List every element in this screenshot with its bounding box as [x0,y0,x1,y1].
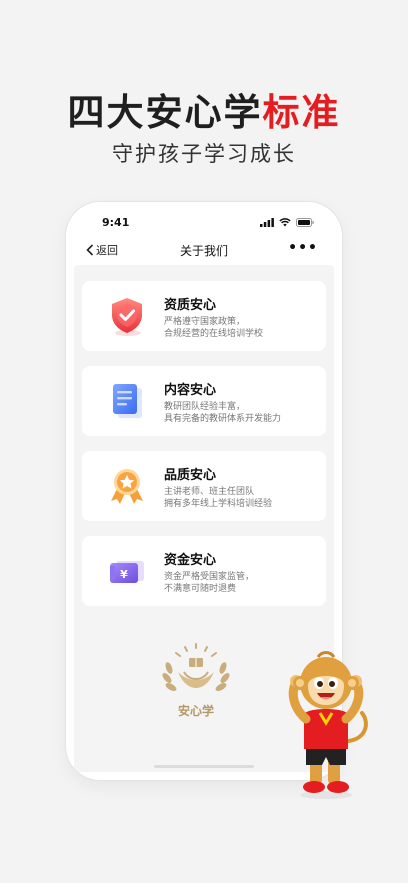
status-icons [260,218,314,227]
hero-subtitle: 守护孩子学习成长 [112,142,296,166]
card-desc-line: 合规经营的在线培训学校 [164,329,264,339]
card-content: 内容安心 教研团队经验丰富， 具有完备的教研体系开发能力 [82,366,326,436]
battery-icon [296,218,314,227]
shield-check-icon [112,298,142,336]
card-description: 主讲老师、班主任团队 拥有多年线上学科培训经验 [164,486,272,510]
card-desc-line: 主讲老师、班主任团队 [164,487,255,497]
card-qualification: 资质安心 严格遵守国家政策， 合规经营的在线培训学校 [82,281,326,351]
nav-bar: 返回 关于我们 ••• [66,240,342,264]
money-card-icon: ¥ [110,561,144,583]
brand-logo: 安心学 [156,642,236,722]
card-title: 品质安心 [164,468,217,483]
card-description: 资金严格受国家监管， 不满意可随时退费 [164,571,254,595]
card-description: 严格遵守国家政策， 合规经营的在线培训学校 [164,316,263,340]
signal-icon [260,218,274,227]
card-desc-line: 严格遵守国家政策， [164,317,246,327]
hero-title-main: 四大安心学 [67,91,263,134]
status-time: 9:41 [102,216,130,229]
home-indicator [154,765,254,768]
hero-title: 四大安心学标准 [0,82,408,136]
hero-title-accent: 标准 [262,91,341,134]
card-desc-line: 教研团队经验丰富， [164,402,246,412]
monkey-mascot-icon [288,651,368,799]
card-funds: ¥ 资金安心 资金严格受国家监管， 不满意可随时退费 [82,536,326,606]
wifi-icon [279,218,291,227]
card-desc-line: 不满意可随时退费 [164,584,237,594]
card-desc-line: 资金严格受国家监管， [164,572,255,582]
card-desc-line: 具有完备的教研体系开发能力 [164,414,282,424]
card-title: 资金安心 [164,553,217,568]
logo-text: 安心学 [177,704,214,718]
book-icon [113,384,142,418]
card-title: 内容安心 [164,383,217,398]
laurel-hands-icon [162,643,230,691]
svg-text:¥: ¥ [120,568,128,581]
medal-icon [111,469,143,504]
more-button[interactable]: ••• [288,240,318,256]
card-description: 教研团队经验丰富， 具有完备的教研体系开发能力 [164,401,281,425]
card-quality: 品质安心 主讲老师、班主任团队 拥有多年线上学科培训经验 [82,451,326,521]
status-bar: 9:41 [66,216,342,232]
card-title: 资质安心 [164,298,217,313]
card-desc-line: 拥有多年线上学科培训经验 [164,499,273,509]
